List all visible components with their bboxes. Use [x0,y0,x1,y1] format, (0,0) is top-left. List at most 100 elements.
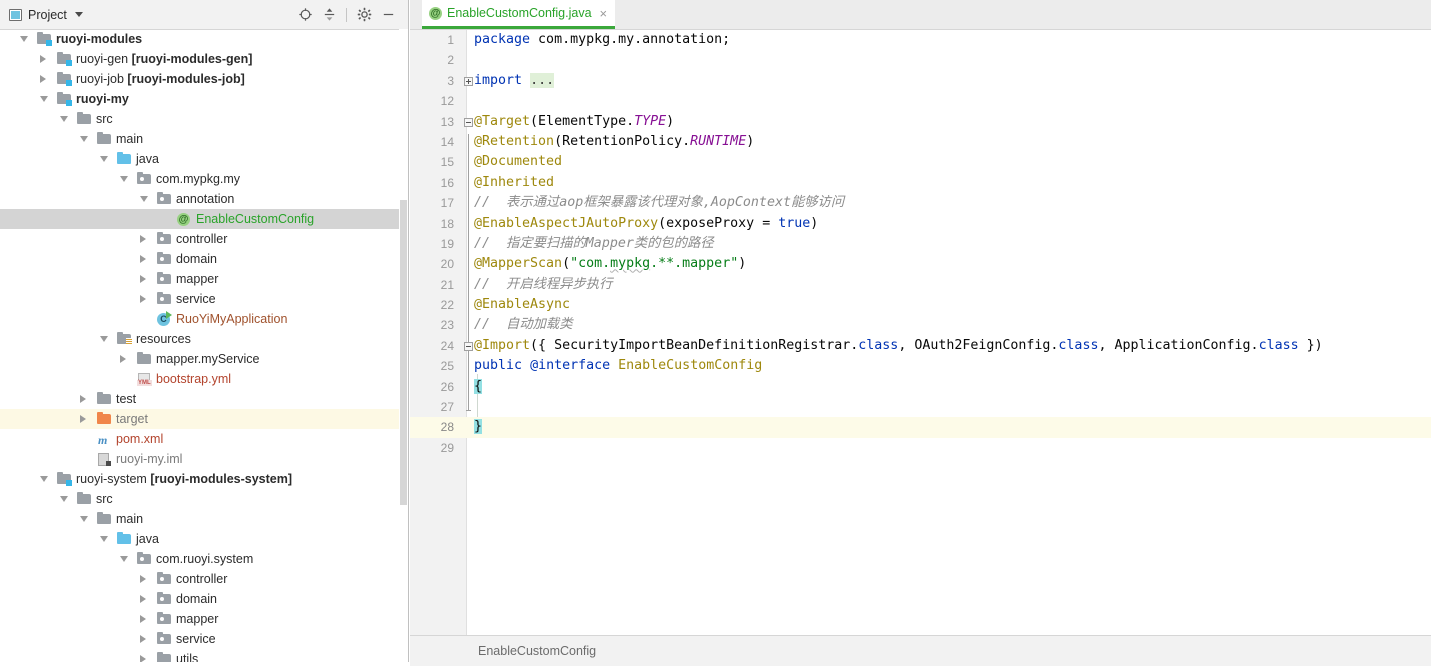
tree-node-bootstrap-yml[interactable]: YML bootstrap.yml [0,369,408,389]
tree-node-label: mapper.myService [156,352,260,366]
code-editor[interactable]: 1 package com.mypkg.my.annotation; 2 3 impor… [410,30,1431,635]
code-line-21[interactable]: 21 // 开启线程异步执行 [410,275,1431,295]
minimize-icon[interactable] [376,3,400,27]
tree-node-enablecustomconfig[interactable]: @ EnableCustomConfig [0,209,408,229]
tree-node-mapper[interactable]: mapper [0,269,408,289]
tree-collapse-arrow-icon[interactable] [100,336,108,342]
tree-expand-arrow-icon[interactable] [140,614,146,623]
code-lines[interactable]: 1 package com.mypkg.my.annotation; 2 3 impor… [410,30,1431,635]
close-icon[interactable]: × [597,7,608,20]
project-tool-window-actions [293,0,400,29]
code-line-2[interactable]: 2 [410,50,1431,70]
code-line-20[interactable]: 20 @MapperScan("com.mypkg.**.mapper") [410,254,1431,274]
collapse-all-icon[interactable] [317,3,341,27]
fold-collapse-icon[interactable] [464,341,473,351]
project-tree-scrollbar-thumb[interactable] [400,200,407,505]
tree-collapse-arrow-icon[interactable] [60,116,68,122]
tree-collapse-arrow-icon[interactable] [140,196,148,202]
tree-expand-arrow-icon[interactable] [140,574,146,583]
tree-node-service[interactable]: service [0,629,408,649]
tree-node-com-mypkg-my[interactable]: com.mypkg.my [0,169,408,189]
code-line-16[interactable]: 16 @Inherited [410,173,1431,193]
code-line-13[interactable]: 13 @Target(ElementType.TYPE) [410,112,1431,132]
tree-node-domain[interactable]: domain [0,249,408,269]
code-line-14[interactable]: 14 @Retention(RetentionPolicy.RUNTIME) [410,132,1431,152]
tree-node-ruoyi-my-iml[interactable]: ruoyi-my.iml [0,449,408,469]
tree-expand-arrow-icon[interactable] [140,254,146,263]
tree-node-mapper-myservice[interactable]: mapper.myService [0,349,408,369]
chevron-down-icon[interactable] [74,12,83,17]
tree-node-ruoyi-system[interactable]: ruoyi-system [ruoyi-modules-system] [0,469,408,489]
tree-node-label: annotation [176,192,235,206]
tree-expand-arrow-icon[interactable] [140,294,146,303]
tree-expand-arrow-icon[interactable] [140,594,146,603]
tree-node-controller[interactable]: controller [0,569,408,589]
tree-node-main[interactable]: main [0,129,408,149]
tree-node-label: mapper [176,612,219,626]
code-line-3[interactable]: 3 import ... [410,71,1431,91]
code-line-15[interactable]: 15 @Documented [410,152,1431,172]
code-line-26[interactable]: 26 { [410,377,1431,397]
code-line-25[interactable]: 25 public @interface EnableCustomConfig [410,356,1431,376]
fold-collapse-icon[interactable] [464,117,473,127]
tree-collapse-arrow-icon[interactable] [120,176,128,182]
tree-node-resources[interactable]: resources [0,329,408,349]
tree-node-java[interactable]: java [0,149,408,169]
project-tree[interactable]: ruoyi-modules ruoyi-gen [ruoyi-modules-ge… [0,29,408,666]
tree-collapse-arrow-icon[interactable] [20,36,28,42]
tree-expand-arrow-icon[interactable] [80,394,86,403]
tree-node-ruoyi-modules[interactable]: ruoyi-modules [0,29,408,49]
tree-node-ruoyi-gen[interactable]: ruoyi-gen [ruoyi-modules-gen] [0,49,408,69]
code-text: import ... [474,72,555,88]
code-line-1[interactable]: 1 package com.mypkg.my.annotation; [410,30,1431,50]
code-line-22[interactable]: 22 @EnableAsync [410,295,1431,315]
tree-node-service[interactable]: service [0,289,408,309]
editor-tab-enablecustomconfig[interactable]: @ EnableCustomConfig.java × [422,0,616,29]
tree-expand-arrow-icon[interactable] [140,274,146,283]
tree-node-src[interactable]: src [0,489,408,509]
tree-node-annotation[interactable]: annotation [0,189,408,209]
tree-node-ruoyi-job[interactable]: ruoyi-job [ruoyi-modules-job] [0,69,408,89]
line-number: 27 [440,400,454,415]
tree-expand-arrow-icon[interactable] [140,234,146,243]
tree-node-ruoyimyapplication[interactable]: C RuoYiMyApplication [0,309,408,329]
code-line-18[interactable]: 18 @EnableAspectJAutoProxy(exposeProxy = … [410,214,1431,234]
tree-collapse-arrow-icon[interactable] [80,516,88,522]
tree-node-main[interactable]: main [0,509,408,529]
tree-node-ruoyi-my[interactable]: ruoyi-my [0,89,408,109]
code-line-19[interactable]: 19 // 指定要扫描的Mapper类的包的路径 [410,234,1431,254]
tree-expand-arrow-icon[interactable] [40,54,46,63]
tree-collapse-arrow-icon[interactable] [100,156,108,162]
tree-collapse-arrow-icon[interactable] [120,556,128,562]
tree-node-mapper[interactable]: mapper [0,609,408,629]
tree-node-controller[interactable]: controller [0,229,408,249]
code-line-27[interactable]: 27 [410,397,1431,417]
tree-expand-arrow-icon[interactable] [120,354,126,363]
project-tree-scrollbar-track[interactable] [399,29,408,666]
gear-icon[interactable] [352,3,376,27]
tree-node-java[interactable]: java [0,529,408,549]
tree-node-com-ruoyi-system[interactable]: com.ruoyi.system [0,549,408,569]
code-line-29[interactable]: 29 [410,438,1431,458]
tree-node-pom-xml[interactable]: m pom.xml [0,429,408,449]
code-line-28[interactable]: 28} [410,417,1431,438]
tree-collapse-arrow-icon[interactable] [80,136,88,142]
locate-target-icon[interactable] [293,3,317,27]
tree-expand-arrow-icon[interactable] [40,74,46,83]
project-view-selector[interactable]: Project [0,8,83,22]
tree-node-src[interactable]: src [0,109,408,129]
code-line-12[interactable]: 12 [410,91,1431,111]
tree-collapse-arrow-icon[interactable] [100,536,108,542]
tree-collapse-arrow-icon[interactable] [60,496,68,502]
tree-node-target[interactable]: target [0,409,408,429]
tree-expand-arrow-icon[interactable] [140,634,146,643]
code-line-23[interactable]: 23 // 自动加载类 [410,315,1431,335]
code-line-24[interactable]: 24 @Import({ SecurityImportBeanDefinition… [410,336,1431,356]
code-line-17[interactable]: 17 // 表示通过aop框架暴露该代理对象,AopContext能够访问 [410,193,1431,213]
tree-expand-arrow-icon[interactable] [80,414,86,423]
tree-collapse-arrow-icon[interactable] [40,96,48,102]
fold-expand-icon[interactable] [464,76,473,86]
tree-collapse-arrow-icon[interactable] [40,476,48,482]
tree-node-domain[interactable]: domain [0,589,408,609]
tree-node-test[interactable]: test [0,389,408,409]
